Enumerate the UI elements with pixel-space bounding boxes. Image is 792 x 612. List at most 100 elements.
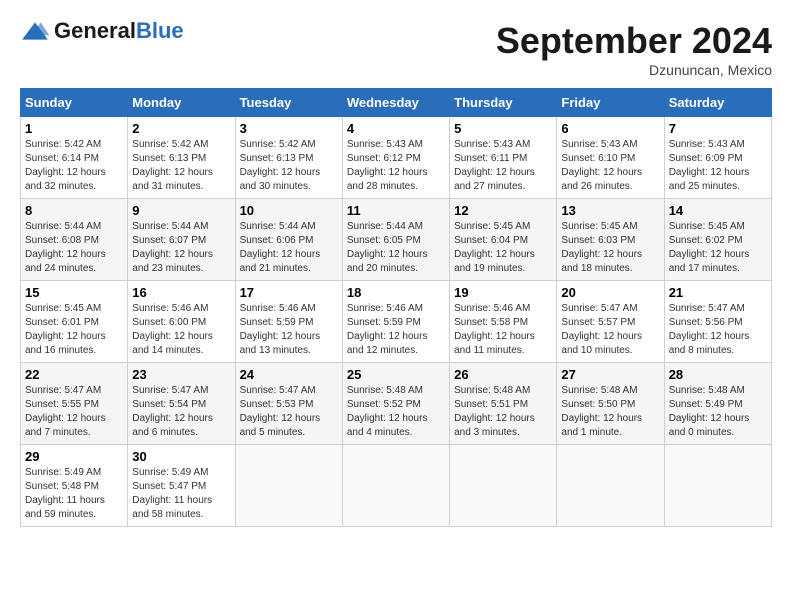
day-number: 3	[240, 121, 338, 136]
header-friday: Friday	[557, 89, 664, 117]
day-info: Sunrise: 5:42 AM Sunset: 6:14 PM Dayligh…	[25, 138, 123, 194]
day-number: 20	[561, 285, 659, 300]
calendar-cell: 25 Sunrise: 5:48 AM Sunset: 5:52 PM Dayl…	[342, 363, 449, 445]
week-row-2: 8 Sunrise: 5:44 AM Sunset: 6:08 PM Dayli…	[21, 199, 772, 281]
logo-blue: Blue	[136, 18, 184, 43]
day-info: Sunrise: 5:47 AM Sunset: 5:56 PM Dayligh…	[669, 302, 767, 358]
calendar-table: Sunday Monday Tuesday Wednesday Thursday…	[20, 88, 772, 527]
calendar-cell: 18 Sunrise: 5:46 AM Sunset: 5:59 PM Dayl…	[342, 281, 449, 363]
day-number: 15	[25, 285, 123, 300]
day-info: Sunrise: 5:46 AM Sunset: 6:00 PM Dayligh…	[132, 302, 230, 358]
day-number: 13	[561, 203, 659, 218]
location: Dzununcan, Mexico	[496, 62, 772, 78]
calendar-cell: 14 Sunrise: 5:45 AM Sunset: 6:02 PM Dayl…	[664, 199, 771, 281]
calendar-cell: 29 Sunrise: 5:49 AM Sunset: 5:48 PM Dayl…	[21, 445, 128, 527]
week-row-4: 22 Sunrise: 5:47 AM Sunset: 5:55 PM Dayl…	[21, 363, 772, 445]
day-number: 11	[347, 203, 445, 218]
day-number: 17	[240, 285, 338, 300]
calendar-cell: 5 Sunrise: 5:43 AM Sunset: 6:11 PM Dayli…	[450, 117, 557, 199]
header-saturday: Saturday	[664, 89, 771, 117]
calendar-cell: 2 Sunrise: 5:42 AM Sunset: 6:13 PM Dayli…	[128, 117, 235, 199]
header-wednesday: Wednesday	[342, 89, 449, 117]
day-info: Sunrise: 5:43 AM Sunset: 6:09 PM Dayligh…	[669, 138, 767, 194]
calendar-cell: 21 Sunrise: 5:47 AM Sunset: 5:56 PM Dayl…	[664, 281, 771, 363]
logo-text: GeneralBlue	[54, 20, 184, 42]
calendar-cell	[450, 445, 557, 527]
day-number: 26	[454, 367, 552, 382]
calendar-cell: 12 Sunrise: 5:45 AM Sunset: 6:04 PM Dayl…	[450, 199, 557, 281]
day-info: Sunrise: 5:46 AM Sunset: 5:59 PM Dayligh…	[347, 302, 445, 358]
calendar-cell	[557, 445, 664, 527]
day-info: Sunrise: 5:45 AM Sunset: 6:04 PM Dayligh…	[454, 220, 552, 276]
day-info: Sunrise: 5:47 AM Sunset: 5:57 PM Dayligh…	[561, 302, 659, 358]
calendar-cell: 1 Sunrise: 5:42 AM Sunset: 6:14 PM Dayli…	[21, 117, 128, 199]
day-info: Sunrise: 5:48 AM Sunset: 5:50 PM Dayligh…	[561, 384, 659, 440]
calendar-cell: 6 Sunrise: 5:43 AM Sunset: 6:10 PM Dayli…	[557, 117, 664, 199]
header-sunday: Sunday	[21, 89, 128, 117]
calendar-cell: 7 Sunrise: 5:43 AM Sunset: 6:09 PM Dayli…	[664, 117, 771, 199]
week-row-1: 1 Sunrise: 5:42 AM Sunset: 6:14 PM Dayli…	[21, 117, 772, 199]
day-info: Sunrise: 5:48 AM Sunset: 5:52 PM Dayligh…	[347, 384, 445, 440]
calendar-cell	[342, 445, 449, 527]
day-info: Sunrise: 5:45 AM Sunset: 6:03 PM Dayligh…	[561, 220, 659, 276]
day-info: Sunrise: 5:47 AM Sunset: 5:54 PM Dayligh…	[132, 384, 230, 440]
day-number: 23	[132, 367, 230, 382]
calendar-cell	[235, 445, 342, 527]
week-row-5: 29 Sunrise: 5:49 AM Sunset: 5:48 PM Dayl…	[21, 445, 772, 527]
calendar-cell: 16 Sunrise: 5:46 AM Sunset: 6:00 PM Dayl…	[128, 281, 235, 363]
day-info: Sunrise: 5:44 AM Sunset: 6:05 PM Dayligh…	[347, 220, 445, 276]
day-info: Sunrise: 5:48 AM Sunset: 5:51 PM Dayligh…	[454, 384, 552, 440]
calendar-cell: 8 Sunrise: 5:44 AM Sunset: 6:08 PM Dayli…	[21, 199, 128, 281]
calendar-cell: 10 Sunrise: 5:44 AM Sunset: 6:06 PM Dayl…	[235, 199, 342, 281]
day-info: Sunrise: 5:45 AM Sunset: 6:01 PM Dayligh…	[25, 302, 123, 358]
day-info: Sunrise: 5:49 AM Sunset: 5:48 PM Dayligh…	[25, 466, 123, 522]
day-number: 4	[347, 121, 445, 136]
day-info: Sunrise: 5:48 AM Sunset: 5:49 PM Dayligh…	[669, 384, 767, 440]
calendar-header-row: Sunday Monday Tuesday Wednesday Thursday…	[21, 89, 772, 117]
day-info: Sunrise: 5:43 AM Sunset: 6:12 PM Dayligh…	[347, 138, 445, 194]
day-info: Sunrise: 5:42 AM Sunset: 6:13 PM Dayligh…	[240, 138, 338, 194]
day-info: Sunrise: 5:42 AM Sunset: 6:13 PM Dayligh…	[132, 138, 230, 194]
day-info: Sunrise: 5:46 AM Sunset: 5:58 PM Dayligh…	[454, 302, 552, 358]
day-number: 8	[25, 203, 123, 218]
day-number: 14	[669, 203, 767, 218]
calendar-cell: 13 Sunrise: 5:45 AM Sunset: 6:03 PM Dayl…	[557, 199, 664, 281]
day-number: 6	[561, 121, 659, 136]
calendar-cell: 20 Sunrise: 5:47 AM Sunset: 5:57 PM Dayl…	[557, 281, 664, 363]
day-number: 28	[669, 367, 767, 382]
day-number: 16	[132, 285, 230, 300]
day-info: Sunrise: 5:43 AM Sunset: 6:10 PM Dayligh…	[561, 138, 659, 194]
day-info: Sunrise: 5:44 AM Sunset: 6:07 PM Dayligh…	[132, 220, 230, 276]
calendar-cell: 11 Sunrise: 5:44 AM Sunset: 6:05 PM Dayl…	[342, 199, 449, 281]
day-number: 1	[25, 121, 123, 136]
day-info: Sunrise: 5:43 AM Sunset: 6:11 PM Dayligh…	[454, 138, 552, 194]
calendar-cell: 30 Sunrise: 5:49 AM Sunset: 5:47 PM Dayl…	[128, 445, 235, 527]
calendar-cell: 17 Sunrise: 5:46 AM Sunset: 5:59 PM Dayl…	[235, 281, 342, 363]
day-number: 30	[132, 449, 230, 464]
day-info: Sunrise: 5:45 AM Sunset: 6:02 PM Dayligh…	[669, 220, 767, 276]
day-number: 24	[240, 367, 338, 382]
calendar-cell: 23 Sunrise: 5:47 AM Sunset: 5:54 PM Dayl…	[128, 363, 235, 445]
day-number: 19	[454, 285, 552, 300]
calendar-cell: 24 Sunrise: 5:47 AM Sunset: 5:53 PM Dayl…	[235, 363, 342, 445]
day-info: Sunrise: 5:44 AM Sunset: 6:06 PM Dayligh…	[240, 220, 338, 276]
title-section: September 2024 Dzununcan, Mexico	[496, 20, 772, 78]
day-info: Sunrise: 5:49 AM Sunset: 5:47 PM Dayligh…	[132, 466, 230, 522]
calendar-cell: 15 Sunrise: 5:45 AM Sunset: 6:01 PM Dayl…	[21, 281, 128, 363]
month-title: September 2024	[496, 20, 772, 62]
logo-general: General	[54, 18, 136, 43]
calendar-cell: 9 Sunrise: 5:44 AM Sunset: 6:07 PM Dayli…	[128, 199, 235, 281]
day-number: 7	[669, 121, 767, 136]
calendar-cell: 26 Sunrise: 5:48 AM Sunset: 5:51 PM Dayl…	[450, 363, 557, 445]
calendar-cell: 4 Sunrise: 5:43 AM Sunset: 6:12 PM Dayli…	[342, 117, 449, 199]
header-monday: Monday	[128, 89, 235, 117]
day-number: 18	[347, 285, 445, 300]
day-number: 27	[561, 367, 659, 382]
day-number: 25	[347, 367, 445, 382]
day-info: Sunrise: 5:46 AM Sunset: 5:59 PM Dayligh…	[240, 302, 338, 358]
calendar-cell: 3 Sunrise: 5:42 AM Sunset: 6:13 PM Dayli…	[235, 117, 342, 199]
day-number: 29	[25, 449, 123, 464]
day-info: Sunrise: 5:44 AM Sunset: 6:08 PM Dayligh…	[25, 220, 123, 276]
day-number: 5	[454, 121, 552, 136]
day-number: 2	[132, 121, 230, 136]
